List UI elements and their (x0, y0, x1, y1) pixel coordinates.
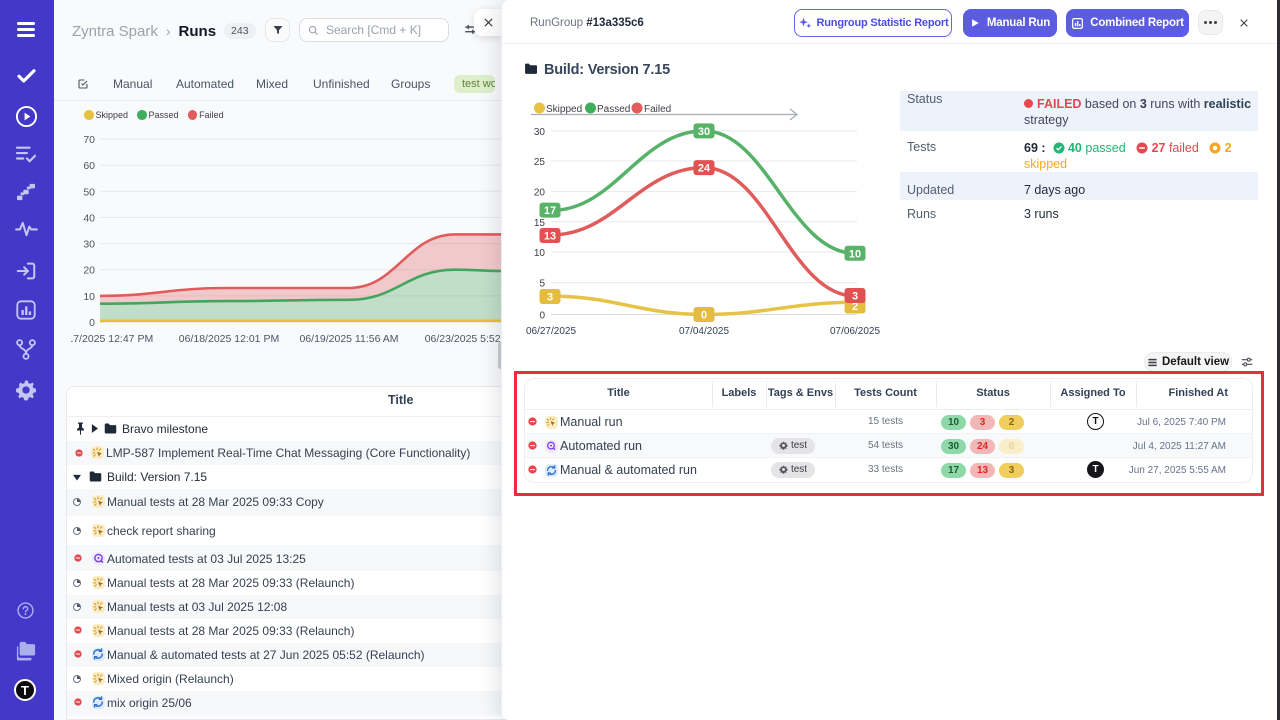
svg-text:10: 10 (83, 291, 95, 303)
svg-text:5: 5 (539, 279, 545, 290)
svg-text:Failed: Failed (644, 104, 671, 115)
svg-text:Skipped: Skipped (546, 104, 582, 115)
svg-text:06/18/2025 12:01 PM: 06/18/2025 12:01 PM (179, 333, 279, 345)
svg-text:06/27/2025: 06/27/2025 (526, 326, 576, 337)
svg-text:50: 50 (83, 186, 95, 198)
svg-text:24: 24 (698, 163, 711, 175)
svg-text:3: 3 (547, 292, 553, 304)
svg-text:07/04/2025: 07/04/2025 (679, 326, 729, 337)
svg-text:70: 70 (83, 134, 95, 146)
svg-text:10: 10 (849, 248, 861, 260)
svg-text:60: 60 (83, 160, 95, 172)
svg-text:10: 10 (534, 248, 546, 259)
svg-text:06/19/2025 11:56 AM: 06/19/2025 11:56 AM (299, 333, 398, 345)
svg-text:40: 40 (83, 212, 95, 224)
svg-text:20: 20 (534, 188, 546, 199)
svg-text:Passed: Passed (597, 104, 630, 115)
svg-text:06/17/2025 12:47 PM: 06/17/2025 12:47 PM (71, 333, 153, 345)
svg-text:13: 13 (544, 231, 556, 243)
svg-text:25: 25 (534, 157, 546, 168)
svg-text:07/06/2025: 07/06/2025 (830, 326, 880, 337)
svg-text:30: 30 (83, 239, 95, 251)
svg-text:15: 15 (534, 218, 546, 229)
svg-text:0: 0 (89, 317, 95, 329)
svg-text:20: 20 (83, 265, 95, 277)
svg-text:0: 0 (701, 310, 707, 322)
svg-text:0: 0 (539, 311, 545, 322)
svg-text:30: 30 (534, 127, 546, 138)
svg-text:3: 3 (852, 291, 858, 303)
svg-text:17: 17 (544, 205, 556, 217)
svg-text:06/23/2025 5:52 PM: 06/23/2025 5:52 PM (425, 333, 501, 345)
svg-text:30: 30 (698, 126, 710, 138)
